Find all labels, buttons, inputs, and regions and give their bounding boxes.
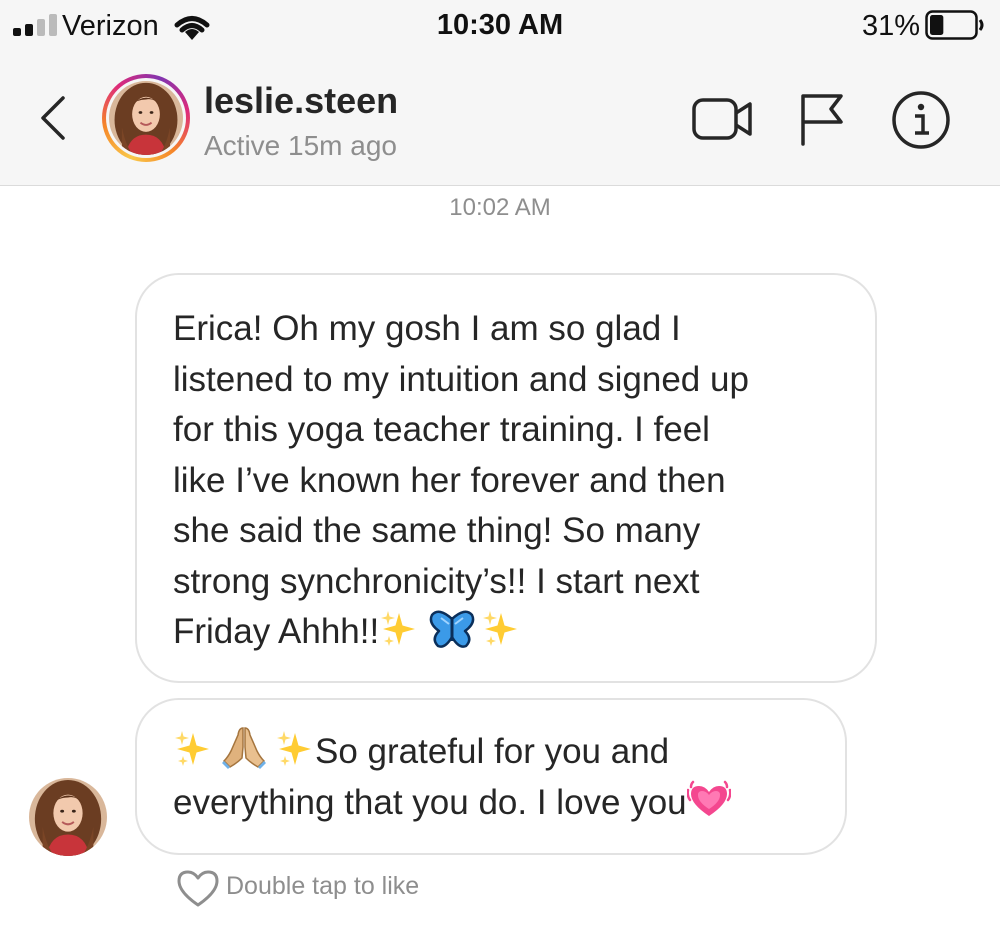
message-text: So grateful for you and everything that … <box>173 725 731 828</box>
battery-percentage: 31% <box>862 10 921 42</box>
back-icon[interactable] <box>33 94 73 142</box>
growing-heart-emoji <box>686 780 731 816</box>
message-line: Friday Ahhh!! <box>173 612 380 651</box>
sparkles-emoji <box>275 729 315 769</box>
sender-avatar[interactable] <box>29 778 107 856</box>
flag-icon[interactable] <box>797 92 847 146</box>
video-call-icon[interactable] <box>692 96 754 142</box>
message-line: for this yoga teacher training. I feel <box>173 410 710 449</box>
message-line: So grateful for you and <box>315 732 670 771</box>
message-line: Erica! Oh my gosh I am so glad I <box>173 309 681 348</box>
like-hint-text: Double tap to like <box>226 872 420 900</box>
sparkles-emoji <box>481 609 521 649</box>
chat-header: leslie.steen Active 15m ago <box>0 52 1000 185</box>
message-bubble[interactable]: So grateful for you and everything that … <box>135 698 847 855</box>
sparkles-emoji <box>173 729 213 769</box>
message-line: listened to my intuition and signed up <box>173 359 749 399</box>
message-bubble[interactable]: Erica! Oh my gosh I am so glad I listene… <box>135 273 877 683</box>
username[interactable]: leslie.steen <box>204 80 398 122</box>
profile-photo <box>109 81 183 155</box>
message-line: strong synchronicity’s!! I start next <box>173 561 700 601</box>
message-line: she said the same thing! So many <box>173 511 701 550</box>
top-bar: Verizon 10:30 AM 31% leslie.steen Active… <box>0 0 1000 186</box>
message-line: everything that you do. I love you <box>173 782 687 822</box>
message-timestamp: 10:02 AM <box>449 194 551 221</box>
info-icon[interactable] <box>891 90 951 150</box>
profile-avatar[interactable] <box>102 74 190 162</box>
message-line: like I’ve known her forever and then <box>173 460 726 500</box>
battery-icon <box>925 10 984 40</box>
message-text: Erica! Oh my gosh I am so glad I listene… <box>173 304 749 658</box>
active-status: Active 15m ago <box>204 130 397 161</box>
status-time: 10:30 AM <box>436 9 564 41</box>
heart-icon[interactable] <box>176 868 220 908</box>
folded-hands-emoji <box>222 727 266 769</box>
sparkles-emoji <box>379 609 419 649</box>
status-bar: Verizon 10:30 AM 31% <box>0 0 1000 52</box>
butterfly-emoji <box>429 610 475 648</box>
